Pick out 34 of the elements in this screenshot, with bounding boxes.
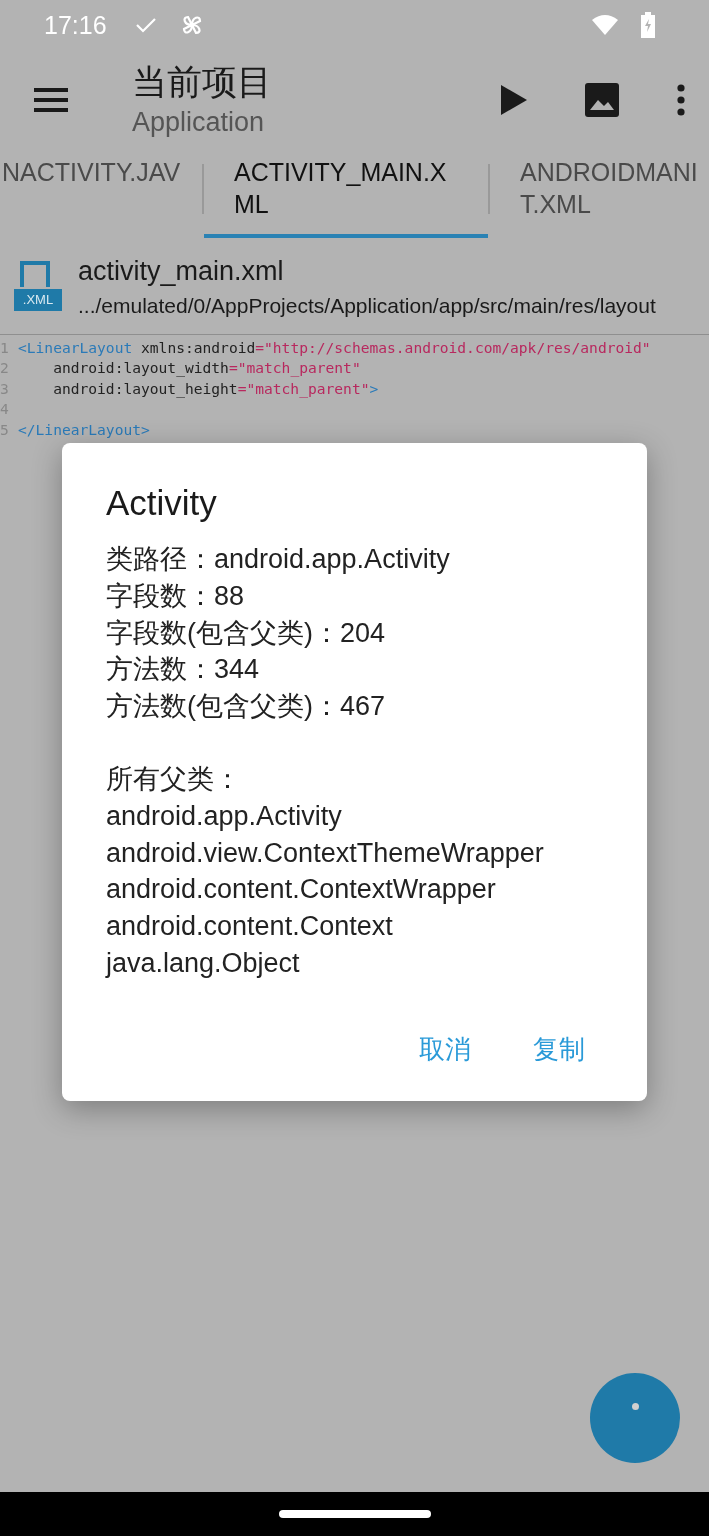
class-name: android.view.ContextThemeWrapper [106, 836, 545, 870]
toolbar-subtitle: Application [132, 106, 266, 139]
info-line: 方法数(包含父类)：467 [106, 690, 387, 724]
code-line: android:layout_height="match_parent"> [52, 379, 379, 397]
class-name: android.content.Context [106, 910, 394, 944]
file-path: .../emulated/0/AppProjects/Application/app/src/main/res/layout [78, 293, 656, 319]
battery-icon [641, 12, 655, 38]
file-name: activity_main.xml [78, 255, 285, 288]
dialog-title: Activity [106, 482, 218, 524]
file-tab[interactable]: ACTIVITY_MAIN.X ML [204, 150, 488, 238]
class-name: android.app.Activity [106, 799, 343, 833]
superclasses-label: 所有父类： [106, 763, 242, 796]
info-line: 字段数：88 [106, 579, 246, 613]
file-tab[interactable]: NACTIVITY.JAV [0, 150, 202, 238]
class-name: android.content.ContextWrapper [106, 873, 497, 907]
check-icon [134, 16, 157, 34]
menu-icon[interactable] [34, 88, 68, 112]
toolbar-title: 当前项目 [132, 61, 273, 103]
info-line: 方法数：344 [106, 653, 261, 687]
wifi-icon [591, 14, 619, 36]
dialog-button[interactable]: 复制 [519, 1023, 599, 1075]
code-line: <LinearLayout xmlns:android="http://schemas.android.com/apk/res/android" [18, 338, 651, 356]
class-name: java.lang.Object [106, 946, 301, 980]
info-line: 字段数(包含父类)：204 [106, 616, 387, 650]
status-time: 17:16 [44, 10, 107, 40]
image-icon[interactable] [585, 83, 619, 117]
code-line: android:layout_width="match_parent" [52, 359, 361, 377]
file-tab[interactable]: ANDROIDMANI T.XML [490, 150, 709, 238]
home-handle[interactable] [278, 1510, 431, 1518]
dialog-button[interactable]: 取消 [405, 1023, 485, 1075]
more-icon[interactable] [677, 84, 685, 116]
code-line: </LinearLayout> [18, 420, 150, 438]
info-line: 类路径：android.app.Activity [106, 543, 451, 576]
run-icon[interactable] [501, 85, 527, 115]
